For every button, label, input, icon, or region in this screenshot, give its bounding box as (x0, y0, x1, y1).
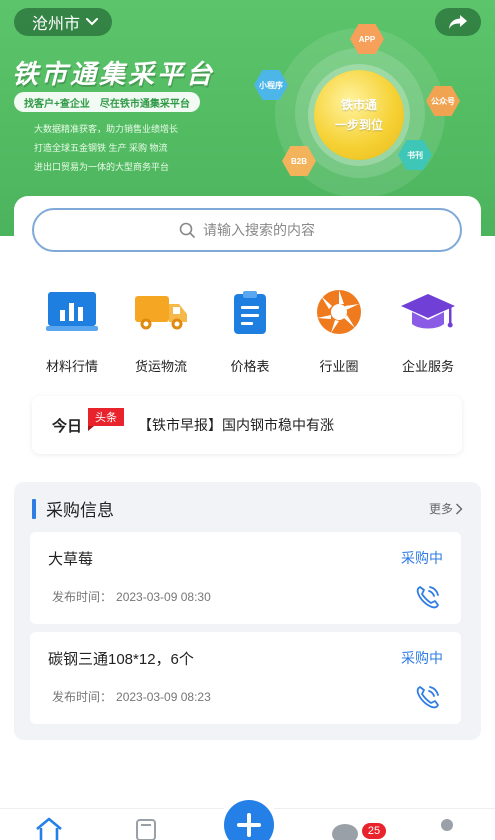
truck-icon (132, 288, 190, 336)
core-line-1: 铁市通 (340, 98, 377, 112)
purchase-title: 采购信息 (46, 501, 114, 520)
more-label: 更多 (428, 502, 453, 516)
purchase-header: 采购信息 (32, 496, 114, 521)
purchase-item-title: 大草莓 (48, 551, 94, 568)
document-icon[interactable] (134, 816, 158, 840)
publish-time-value: 2023-03-09 08:30 (116, 590, 211, 604)
menu-item-industry-circle[interactable]: 行业圈 (297, 288, 381, 375)
chevron-down-icon (86, 18, 99, 26)
city-label: 沧州市 (32, 16, 81, 33)
chart-monitor-icon (43, 288, 101, 336)
profile-icon[interactable] (436, 816, 458, 840)
purchase-item-title: 碳钢三通108*12，6个 (48, 651, 194, 668)
menu-label-logistics: 货运物流 (134, 359, 187, 374)
graduation-cap-icon (399, 288, 457, 336)
phone-call-icon[interactable] (413, 582, 443, 612)
city-selector[interactable]: 沧州市 (14, 8, 113, 36)
plus-icon (237, 813, 261, 837)
share-button[interactable] (435, 8, 481, 36)
publish-time-label: 发布时间： (52, 690, 113, 704)
core-line-2: 一步到位 (334, 118, 383, 132)
menu-item-market[interactable]: 材料行情 (30, 288, 114, 375)
message-count-badge: 25 (362, 823, 386, 839)
purchase-card[interactable]: 碳钢三通108*12，6个 采购中 发布时间： 2023-03-09 08:23 (30, 632, 461, 724)
purchase-section: 采购信息 更多 大草莓 采购中 发布时间： 2023-03-09 08:30 碳钢… (14, 482, 481, 740)
chevron-right-icon (456, 503, 463, 514)
publish-time-value: 2023-03-09 08:23 (116, 690, 211, 704)
menu-label-industry-circle: 行业圈 (319, 359, 359, 374)
menu-item-enterprise-service[interactable]: 企业服务 (386, 288, 470, 375)
publish-time: 发布时间： 2023-03-09 08:30 (48, 588, 211, 605)
purchase-card[interactable]: 大草莓 采购中 发布时间： 2023-03-09 08:30 (30, 532, 461, 624)
banner-desc-line-2: 打造全球五金钢铁 生产 采购 物流 (34, 143, 168, 153)
menu-item-price-list[interactable]: 价格表 (208, 288, 292, 375)
purchase-status: 采购中 (401, 650, 443, 666)
headline-text[interactable]: 【铁市早报】国内钢市稳中有涨 (138, 415, 334, 435)
home-icon[interactable] (34, 816, 64, 840)
message-icon[interactable] (330, 820, 360, 840)
share-icon (449, 15, 467, 29)
phone-call-icon[interactable] (413, 682, 443, 712)
aperture-icon (310, 288, 368, 336)
menu-label-market: 材料行情 (45, 359, 98, 374)
banner-tagline: 找客户+查企业 尽在铁市通集采平台 (14, 92, 200, 112)
menu-item-logistics[interactable]: 货运物流 (119, 288, 203, 375)
menu-label-price-list: 价格表 (230, 359, 270, 374)
search-icon (179, 222, 195, 238)
search-bar[interactable]: 请输入搜索的内容 (32, 208, 462, 252)
banner-core-badge: 铁市通 一步到位 (314, 70, 404, 160)
search-placeholder: 请输入搜索的内容 (203, 222, 315, 238)
quick-menu: 材料行情 货运物流 价格表 行业圈 企业服务 (30, 288, 470, 375)
menu-label-enterprise-service: 企业服务 (401, 359, 454, 374)
publish-time-label: 发布时间： (52, 590, 113, 604)
more-link[interactable]: 更多 (429, 500, 463, 517)
headline-tag: 头条 (88, 408, 125, 431)
publish-time: 发布时间： 2023-03-09 08:23 (48, 688, 211, 705)
purchase-status: 采购中 (401, 550, 443, 566)
headline-news-bar[interactable]: 今日 头条 【铁市早报】国内钢市稳中有涨 (32, 396, 462, 454)
news-today-label: 今日 (52, 417, 83, 435)
clipboard-list-icon (221, 288, 279, 336)
banner-desc-line-1: 大数据精准获客，助力销售业绩增长 (34, 124, 179, 134)
banner-title: 铁市通集采平台 (12, 59, 216, 89)
section-accent-bar (32, 498, 36, 519)
banner-desc-line-3: 进出口贸易为一体的大型商务平台 (34, 162, 170, 172)
